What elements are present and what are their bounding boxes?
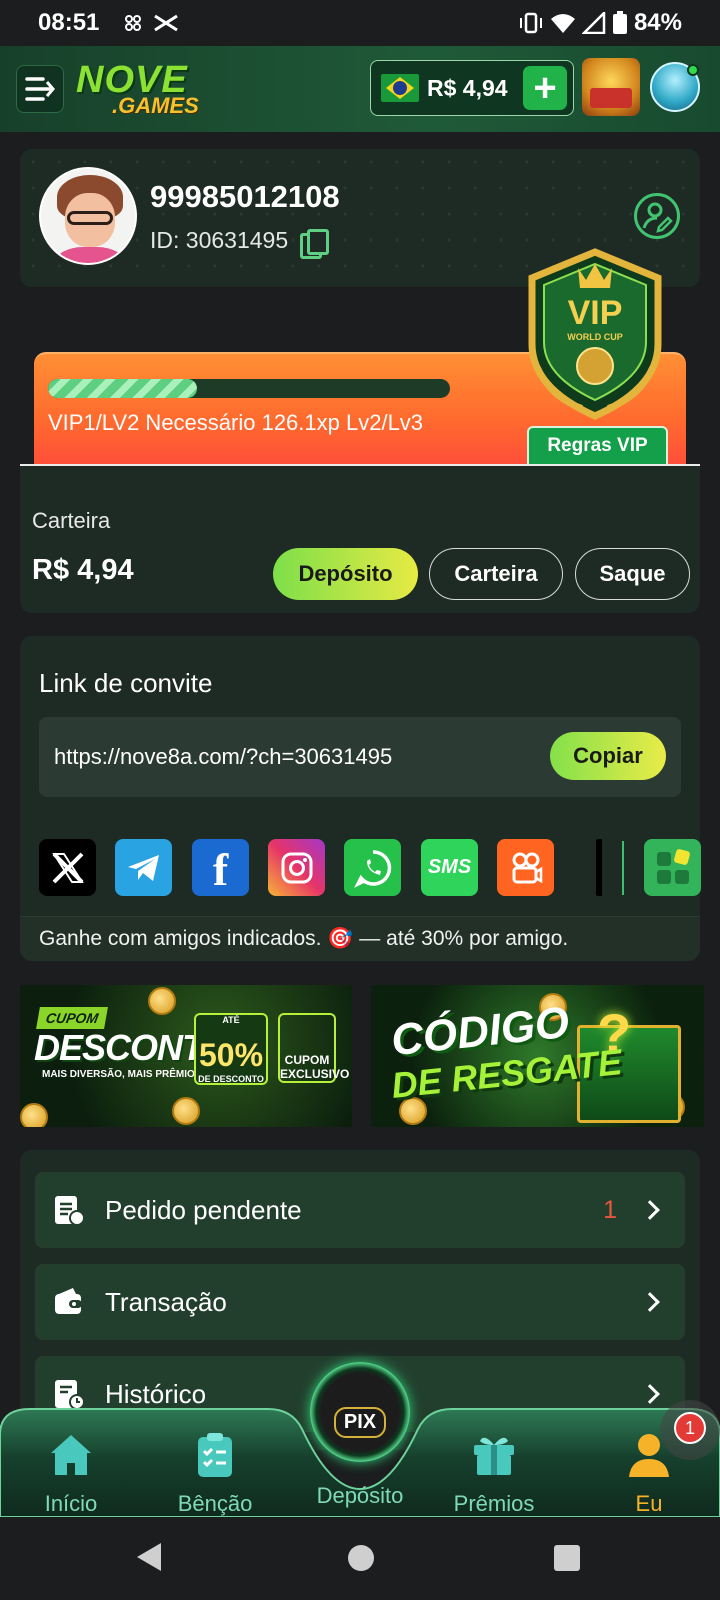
back-icon[interactable] [137,1543,161,1571]
status-time: 08:51 [38,9,100,36]
vip-progress-bar [48,379,450,398]
menu-button[interactable] [16,65,64,113]
pix-icon: PIX [333,1406,387,1438]
wifi-icon [550,14,575,33]
vip-badge-subtitle: WORLD CUP [567,332,623,342]
header-balance[interactable]: R$ 4,94 + [370,60,574,116]
more-apps-icon[interactable] [644,839,701,896]
vip-progress-fill [48,379,197,398]
nav-deposit-label[interactable]: Depósito [290,1483,430,1509]
header-avatar[interactable] [650,62,700,112]
app-logo[interactable]: NOVE .GAMES [76,61,199,117]
pix-deposit-button[interactable]: PIX [310,1362,410,1462]
coupon-subtitle: MAIS DIVERSÃO, MAIS PRÊMIOS! [42,1069,205,1080]
coupon-tag: CUPOM [36,1007,109,1029]
home-icon [51,1435,91,1475]
menu-icon [25,77,55,101]
nav-label: Prêmios [453,1491,535,1516]
vip-badge-icon[interactable]: VIP WORLD CUP [520,248,670,420]
chevron-right-icon [640,1292,660,1312]
capcut-icon [154,14,179,32]
wallet-amount: R$ 4,94 [32,554,134,586]
status-notification-icons [123,12,179,34]
nav-blessing[interactable]: Bênção [160,1431,270,1517]
treasure-chest-icon[interactable] [582,58,640,116]
share-icons-row: f SMS [39,839,701,899]
coupon-percent-box: ATÉ 50% DE DESCONTO [194,1013,268,1085]
menu-item-transactions[interactable]: Transação [35,1264,685,1340]
brazil-flag-icon [381,74,419,102]
vibrate-icon [519,12,542,34]
nav-label: Eu [635,1491,663,1516]
invite-link-box: https://nove8a.com/?ch=30631495 Copiar [39,717,681,797]
vip-rules-button[interactable]: Regras VIP [527,426,668,466]
profile-id: ID: 30631495 [150,227,289,253]
facebook-icon[interactable]: f [192,839,249,896]
nav-label: Início [44,1491,98,1516]
menu-item-pending-orders[interactable]: Pedido pendente 1 [35,1172,685,1248]
profile-id-row: ID: 30631495 [150,227,330,259]
withdraw-button[interactable]: Saque [575,548,690,600]
battery-icon [612,11,627,34]
person-edit-icon [642,202,673,233]
chevron-right-icon [640,1384,660,1404]
add-funds-button[interactable]: + [523,66,567,110]
nav-prizes[interactable]: Prêmios [439,1431,549,1517]
header-balance-amount: R$ 4,94 [427,74,508,101]
whatsapp-icon[interactable] [344,839,401,896]
invite-footer-text: Ganhe com amigos indicados. 🎯 — até 30% … [20,916,700,961]
copy-link-button[interactable]: Copiar [550,732,666,780]
home-circle-icon[interactable] [348,1545,374,1571]
nav-home[interactable]: Início [16,1431,126,1517]
status-bar: 08:51 84% [0,0,720,46]
telegram-icon[interactable] [115,839,172,896]
menu-item-label: Pedido pendente [105,1194,302,1225]
online-status-icon [687,64,699,76]
vip-badge-title: VIP [568,294,623,332]
coupon-exclusive: CUPOM EXCLUSIVO [278,1013,349,1083]
clipboard-checklist-icon [198,1433,232,1477]
wallet-button[interactable]: Carteira [429,548,563,600]
sms-icon[interactable]: SMS [421,839,478,896]
pending-order-icon [55,1196,85,1226]
recent-apps-icon[interactable] [554,1545,580,1571]
x-icon[interactable] [39,839,96,896]
invite-card: Link de convite https://nove8a.com/?ch=3… [20,636,701,961]
user-avatar[interactable] [39,167,137,265]
notification-badge[interactable]: 1 [674,1412,706,1444]
copy-id-icon[interactable] [300,228,330,259]
coupon-percent: 50% [198,1037,264,1073]
kwai-icon[interactable] [497,839,554,896]
wallet-icon [55,1288,82,1314]
app-notification-icon [125,15,142,31]
profile-username: 99985012108 [150,179,340,214]
wallet-label: Carteira [32,508,111,533]
system-navigation-bar [0,1517,720,1600]
signal-icon [581,12,606,34]
invite-title: Link de convite [39,668,213,698]
menu-item-label: Transação [105,1286,227,1317]
vip-level-text: VIP1/LV2 Necessário 126.1xp Lv2/Lv3 [48,410,424,435]
coupon-percent-sub: DE DESCONTO [198,1074,264,1084]
instagram-icon[interactable] [268,839,325,896]
coupon-percent-top: ATÉ [222,1015,240,1025]
share-divider [622,841,624,895]
edit-profile-icon[interactable] [634,193,680,239]
share-scroll-edge [596,839,602,896]
battery-percent: 84% [633,9,682,36]
deposit-button[interactable]: Depósito [273,548,418,600]
gift-icon [474,1437,514,1475]
wallet-card: Carteira R$ 4,94 Depósito Carteira Saque [20,466,700,613]
chevron-right-icon [640,1200,660,1220]
redeem-code-banner[interactable]: ? CÓDIGO DE RESGATE [371,985,704,1127]
app-header: NOVE .GAMES R$ 4,94 + [0,46,720,132]
logo-text-games: .GAMES [112,93,199,118]
status-system-icons: 84% [518,9,682,37]
invite-url[interactable]: https://nove8a.com/?ch=30631495 [54,744,392,770]
pending-orders-count: 1 [603,1195,617,1224]
discount-coupon-banner[interactable]: CUPOM DESCONTO MAIS DIVERSÃO, MAIS PRÊMI… [20,985,352,1127]
nav-label: Bênção [177,1491,253,1516]
